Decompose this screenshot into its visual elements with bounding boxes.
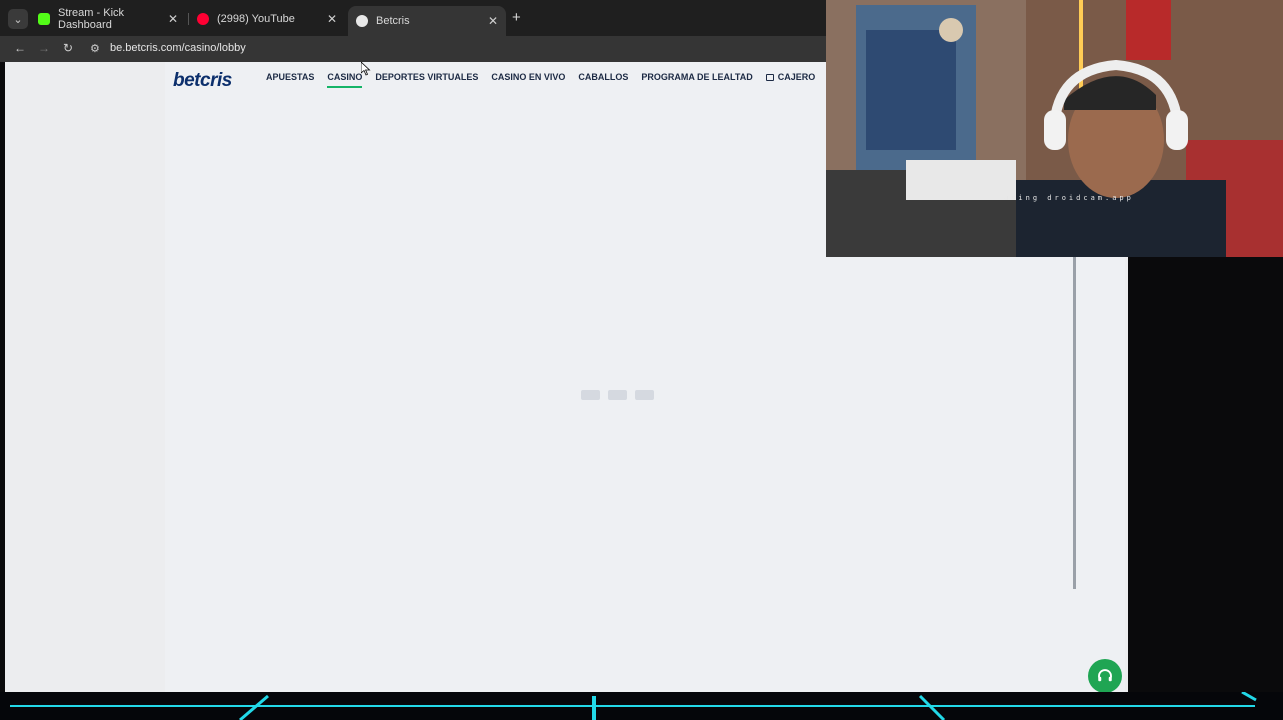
nav-item-apuestas[interactable]: APUESTAS <box>266 72 314 88</box>
wallet-icon <box>765 74 774 81</box>
reload-icon[interactable]: ↻ <box>60 41 76 55</box>
url-field[interactable]: be.betcris.com/casino/lobby <box>110 42 246 54</box>
betcris-favicon-icon <box>356 15 368 27</box>
tab-betcris[interactable]: Betcris ✕ <box>348 6 506 36</box>
tab-kick-dashboard[interactable]: Stream - Kick Dashboard ✕ <box>30 6 186 32</box>
back-arrow-icon[interactable]: ← <box>12 41 28 55</box>
stream-overlay-frame <box>0 692 1283 720</box>
support-chat-button[interactable] <box>1088 659 1122 693</box>
neon-lines-graphic <box>10 692 1257 720</box>
close-icon[interactable]: ✕ <box>327 12 337 26</box>
close-icon[interactable]: ✕ <box>488 14 498 28</box>
site-info-icon[interactable]: ⚙ <box>90 42 100 55</box>
tab-title: (2998) YouTube <box>217 13 295 25</box>
nav-item-casino[interactable]: CASINO <box>327 72 363 88</box>
loading-block <box>581 390 600 400</box>
forward-arrow-icon[interactable]: → <box>36 41 52 55</box>
loading-block <box>635 390 654 400</box>
scroll-indicator[interactable] <box>1073 257 1076 589</box>
tab-youtube[interactable]: (2998) YouTube ✕ <box>189 6 345 32</box>
plus-icon: + <box>512 9 521 26</box>
webcam-image <box>826 0 1283 257</box>
nav-item-caballos[interactable]: CABALLOS <box>578 72 628 88</box>
new-tab-button[interactable]: + <box>512 10 521 26</box>
webcam-feed: using droidcam.app <box>826 0 1283 257</box>
nav-item-deportes-virtuales[interactable]: DEPORTES VIRTUALES <box>375 72 478 88</box>
nav-item-casino-en-vivo[interactable]: CASINO EN VIVO <box>491 72 565 88</box>
youtube-favicon-icon <box>197 13 209 25</box>
close-icon[interactable]: ✕ <box>168 12 178 26</box>
main-nav: APUESTAS CASINO DEPORTES VIRTUALES CASIN… <box>266 72 828 88</box>
betcris-logo[interactable]: betcris <box>173 70 232 92</box>
loading-indicator <box>581 390 654 400</box>
nav-item-programa-de-lealtad[interactable]: PROGRAMA DE LEALTAD <box>641 72 752 88</box>
loading-block <box>608 390 627 400</box>
mouse-cursor-icon <box>361 62 371 76</box>
droidcam-watermark: using droidcam.app <box>1004 194 1134 202</box>
headset-icon <box>1098 669 1112 682</box>
kick-favicon-icon <box>38 13 50 25</box>
chevron-down-icon: ⌄ <box>13 13 23 26</box>
tab-search-button[interactable]: ⌄ <box>8 9 28 29</box>
nav-item-cajero-label: CAJERO <box>777 72 816 82</box>
tab-title: Betcris <box>376 15 410 27</box>
nav-item-cajero[interactable]: CAJERO <box>765 72 816 88</box>
tab-title: Stream - Kick Dashboard <box>58 7 125 31</box>
